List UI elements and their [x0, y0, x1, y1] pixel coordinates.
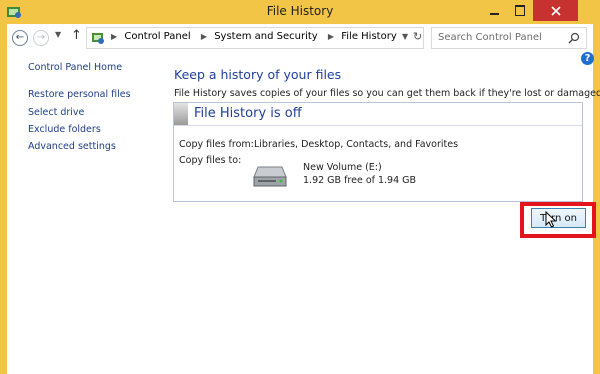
status-panel: File History is off Copy files from: Lib… — [173, 102, 583, 202]
status-header: File History is off — [174, 103, 582, 126]
copy-from-value: Libraries, Desktop, Contacts, and Favori… — [254, 139, 459, 150]
forward-arrow-icon: → — [36, 32, 46, 43]
control-panel-icon — [92, 33, 104, 44]
sidebar-item-advanced-settings[interactable]: Advanced settings — [28, 141, 116, 152]
search-box[interactable]: Search Control Panel — [431, 27, 587, 49]
chevron-down-icon: ▼ — [402, 32, 409, 41]
window-frame-left — [0, 24, 7, 374]
breadcrumb-file-history[interactable]: File History — [341, 31, 397, 42]
chevron-down-icon: ▼ — [55, 30, 62, 39]
breadcrumb-separator-icon: ▶ — [200, 32, 207, 41]
up-arrow-icon: ↑ — [71, 28, 82, 43]
breadcrumb: ▶ Control Panel ▶ System and Security ▶ … — [107, 31, 400, 42]
search-icon[interactable] — [568, 32, 580, 44]
refresh-button[interactable]: ↻ — [413, 30, 422, 43]
forward-button[interactable]: → — [33, 30, 49, 46]
help-icon[interactable]: ? — [581, 52, 594, 65]
sidebar-item-control-panel-home[interactable]: Control Panel Home — [28, 62, 122, 73]
sidebar-item-restore-personal-files[interactable]: Restore personal files — [28, 89, 131, 100]
mouse-cursor-icon — [545, 211, 557, 228]
search-input[interactable]: Search Control Panel — [438, 32, 542, 43]
back-arrow-icon: ← — [15, 32, 25, 43]
sidebar-item-select-drive[interactable]: Select drive — [28, 107, 84, 118]
status-title: File History is off — [194, 106, 302, 121]
page-title: Keep a history of your files — [174, 67, 342, 82]
maximize-icon — [515, 5, 525, 16]
address-dropdown-button[interactable]: ▼ — [402, 32, 408, 41]
refresh-icon: ↻ — [413, 30, 423, 43]
close-icon — [550, 5, 561, 16]
status-marker — [174, 103, 188, 125]
breadcrumb-separator-icon: ▶ — [327, 32, 335, 41]
navigation-bar: ← → ▼ ↑ ▶ Control Panel ▶ System and Sec… — [7, 24, 593, 52]
title-bar: File History — [0, 0, 600, 24]
close-button[interactable] — [533, 0, 578, 21]
window-frame-right — [593, 24, 600, 374]
page-description: File History saves copies of your files … — [174, 88, 600, 99]
recent-locations-button[interactable]: ▼ — [55, 30, 61, 39]
breadcrumb-control-panel[interactable]: Control Panel — [124, 31, 190, 42]
hard-drive-icon — [253, 166, 287, 187]
turn-on-button[interactable]: Turn on — [531, 208, 586, 228]
sidebar-item-exclude-folders[interactable]: Exclude folders — [28, 124, 101, 135]
breadcrumb-system-and-security[interactable]: System and Security — [214, 31, 318, 42]
breadcrumb-separator-icon: ▶ — [111, 32, 118, 41]
up-button[interactable]: ↑ — [71, 28, 82, 43]
minimize-button[interactable] — [481, 0, 507, 21]
address-bar[interactable]: ▶ Control Panel ▶ System and Security ▶ … — [86, 27, 424, 49]
minimize-icon — [489, 12, 499, 15]
maximize-button[interactable] — [507, 0, 533, 21]
drive-name: New Volume (E:) — [303, 162, 382, 173]
back-button[interactable]: ← — [12, 30, 28, 46]
copy-to-label: Copy files to: — [179, 155, 242, 166]
drive-space: 1.92 GB free of 1.94 GB — [303, 175, 417, 186]
copy-from-label: Copy files from: — [179, 139, 254, 150]
